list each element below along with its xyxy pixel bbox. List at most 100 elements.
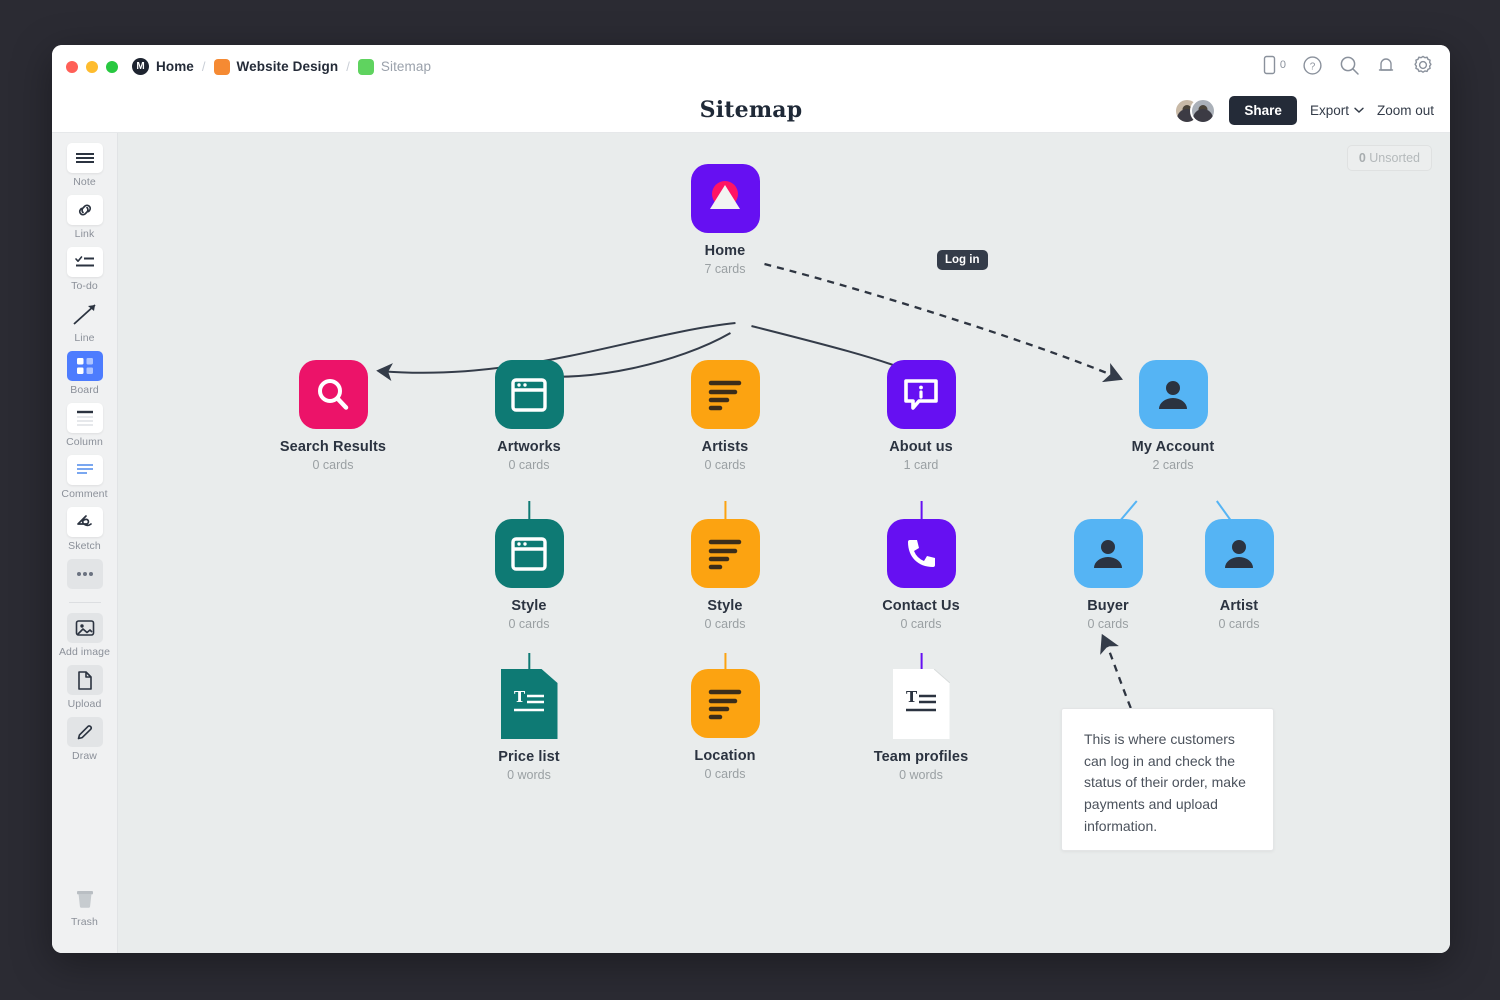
zoom-out-button[interactable]: Zoom out <box>1377 103 1434 118</box>
node-label-about-us: About us <box>846 439 996 455</box>
link-icon <box>67 195 103 225</box>
breadcrumb-separator: / <box>202 59 206 74</box>
minimize-window-button[interactable] <box>86 61 98 73</box>
sidebar-item-column[interactable]: Column <box>57 403 113 448</box>
sticky-note[interactable]: This is where customers can log in and c… <box>1061 708 1274 851</box>
close-window-button[interactable] <box>66 61 78 73</box>
node-count-about-us: 1 card <box>846 458 996 472</box>
node-count-home: 7 cards <box>650 262 800 276</box>
info-bubble-icon <box>887 360 956 429</box>
milanote-logo-icon: M <box>132 58 149 75</box>
node-style-artists[interactable]: Style 0 cards <box>650 519 800 631</box>
sidebar-item-draw[interactable]: Draw <box>57 717 113 762</box>
breadcrumb-item-sitemap[interactable]: Sitemap <box>358 59 431 75</box>
breadcrumb-item-home[interactable]: M Home <box>132 58 194 75</box>
sidebar-item-more[interactable] <box>57 559 113 589</box>
share-button[interactable]: Share <box>1229 96 1297 125</box>
text-lines-icon <box>691 360 760 429</box>
node-count-artist: 0 cards <box>1164 617 1314 631</box>
node-price-list[interactable]: T Price list 0 words <box>454 669 604 782</box>
board-header: Sitemap Share Export Zoom out <box>52 88 1450 133</box>
node-style-artworks[interactable]: Style 0 cards <box>454 519 604 631</box>
node-artworks[interactable]: Artworks 0 cards <box>454 360 604 472</box>
node-buyer[interactable]: Buyer 0 cards <box>1033 519 1183 631</box>
node-count-style-artists: 0 cards <box>650 617 800 631</box>
sidebar-item-comment[interactable]: Comment <box>57 455 113 500</box>
folder-chip-icon <box>214 59 230 75</box>
person-icon <box>1205 519 1274 588</box>
notification-bell-icon[interactable] <box>1376 55 1396 76</box>
sidebar-label-upload: Upload <box>68 698 102 710</box>
sidebar-label-add-image: Add image <box>59 646 110 658</box>
sidebar-label-sketch: Sketch <box>68 540 101 552</box>
node-label-style-artworks: Style <box>454 598 604 614</box>
sidebar-item-line[interactable]: Line <box>57 299 113 344</box>
connector-label-login[interactable]: Log in <box>937 250 988 270</box>
node-label-my-account: My Account <box>1098 439 1248 455</box>
sidebar-item-board[interactable]: Board <box>57 351 113 396</box>
traffic-lights <box>66 61 118 73</box>
line-icon <box>67 299 103 329</box>
board-canvas[interactable]: 0 Unsorted <box>118 133 1450 953</box>
node-team-profiles[interactable]: T Team profiles 0 words <box>846 669 996 782</box>
mobile-preview-count: 0 <box>1280 59 1286 71</box>
node-label-style-artists: Style <box>650 598 800 614</box>
sidebar-label-board: Board <box>70 384 99 396</box>
help-icon[interactable]: ? <box>1302 55 1323 76</box>
sidebar-item-note[interactable]: Note <box>57 143 113 188</box>
draw-icon <box>67 717 103 747</box>
node-label-location: Location <box>650 748 800 764</box>
header-actions: Share Export Zoom out <box>1174 88 1434 133</box>
sidebar-item-trash[interactable]: Trash <box>57 883 113 928</box>
breadcrumb-item-website-design[interactable]: Website Design <box>214 59 339 75</box>
sidebar-label-note: Note <box>73 176 96 188</box>
home-triangle-icon <box>691 164 760 233</box>
node-location[interactable]: Location 0 cards <box>650 669 800 781</box>
unsorted-count: 0 <box>1359 151 1366 165</box>
person-icon <box>1139 360 1208 429</box>
mobile-preview-icon[interactable]: 0 <box>1262 55 1286 75</box>
sketch-icon <box>67 507 103 537</box>
breadcrumb: M Home / Website Design / Sitemap <box>132 58 431 75</box>
folder-chip-icon <box>358 59 374 75</box>
more-icon <box>67 559 103 589</box>
sidebar-item-link[interactable]: Link <box>57 195 113 240</box>
node-home[interactable]: Home 7 cards <box>650 164 800 276</box>
tool-sidebar: Note Link To-do Line <box>52 133 118 953</box>
unsorted-button[interactable]: 0 Unsorted <box>1347 145 1432 171</box>
node-about-us[interactable]: About us 1 card <box>846 360 996 472</box>
node-artist[interactable]: Artist 0 cards <box>1164 519 1314 631</box>
person-icon <box>1074 519 1143 588</box>
settings-gear-icon[interactable] <box>1412 54 1434 76</box>
browser-window-icon <box>495 519 564 588</box>
node-search-results[interactable]: Search Results 0 cards <box>258 360 408 472</box>
unsorted-label: Unsorted <box>1369 151 1420 165</box>
node-count-my-account: 2 cards <box>1098 458 1248 472</box>
node-count-buyer: 0 cards <box>1033 617 1183 631</box>
title-bar: M Home / Website Design / Sitemap 0 ? <box>52 45 1450 88</box>
app-window: M Home / Website Design / Sitemap 0 ? <box>52 45 1450 953</box>
note-icon <box>67 143 103 173</box>
node-label-contact-us: Contact Us <box>846 598 996 614</box>
search-icon[interactable] <box>1339 55 1360 76</box>
node-contact-us[interactable]: Contact Us 0 cards <box>846 519 996 631</box>
sidebar-label-comment: Comment <box>61 488 107 500</box>
node-my-account[interactable]: My Account 2 cards <box>1098 360 1248 472</box>
node-count-search-results: 0 cards <box>258 458 408 472</box>
browser-window-icon <box>495 360 564 429</box>
sidebar-item-add-image[interactable]: Add image <box>57 613 113 658</box>
export-button[interactable]: Export <box>1310 103 1364 118</box>
search-icon <box>299 360 368 429</box>
sidebar-item-sketch[interactable]: Sketch <box>57 507 113 552</box>
maximize-window-button[interactable] <box>106 61 118 73</box>
sidebar-divider <box>69 602 101 603</box>
node-artists[interactable]: Artists 0 cards <box>650 360 800 472</box>
sidebar-item-upload[interactable]: Upload <box>57 665 113 710</box>
collaborator-avatars[interactable] <box>1174 98 1216 124</box>
breadcrumb-separator: / <box>346 59 350 74</box>
node-count-price-list: 0 words <box>454 768 604 782</box>
svg-text:T: T <box>514 688 526 706</box>
sidebar-item-todo[interactable]: To-do <box>57 247 113 292</box>
avatar[interactable] <box>1190 98 1216 124</box>
breadcrumb-label-home: Home <box>156 59 194 74</box>
